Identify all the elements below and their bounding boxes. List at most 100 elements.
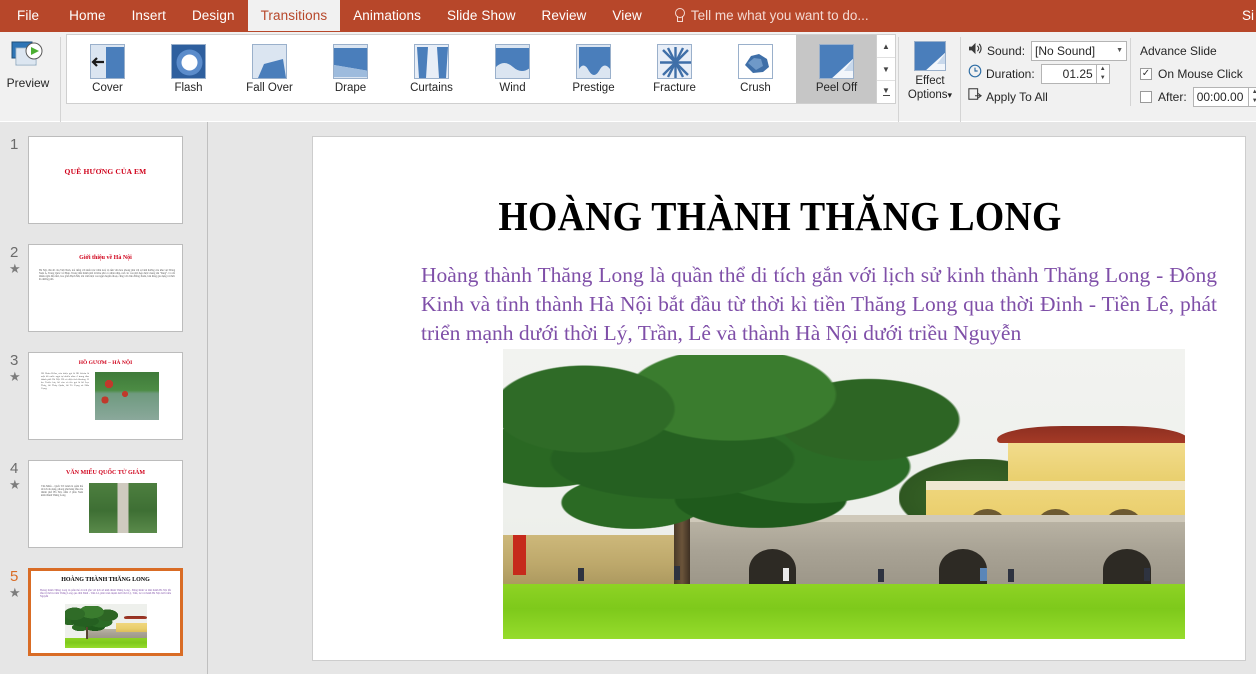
effect-options-dropdown-arrow[interactable]: ▾ bbox=[948, 90, 953, 100]
slide-title[interactable]: HOÀNG THÀNH THĂNG LONG bbox=[387, 192, 1173, 240]
duration-row: Duration: 01.25 ▲ ▼ bbox=[968, 63, 1110, 84]
preview-button[interactable]: Preview bbox=[3, 36, 53, 114]
thumbnail-number-1: 1 bbox=[10, 136, 19, 153]
gallery-scroll-down-button[interactable]: ▼ bbox=[877, 58, 895, 81]
tab-design[interactable]: Design bbox=[179, 0, 248, 31]
gallery-scroll-up-button[interactable]: ▲ bbox=[877, 35, 895, 58]
gallery-scrollbar[interactable]: ▲ ▼ ▼ bbox=[876, 34, 896, 104]
tab-transitions[interactable]: Transitions bbox=[247, 0, 341, 31]
transition-fracture[interactable]: Fracture bbox=[634, 35, 715, 103]
transition-fracture-label: Fracture bbox=[653, 82, 696, 94]
slide-image-hoang-thanh-thang-long[interactable] bbox=[503, 349, 1185, 639]
photo-pavilion-roof bbox=[997, 425, 1185, 444]
thumbnail-slide-4[interactable]: 4 ★ VĂN MIẾU QUỐC TỬ GIÁM Văn Miếu – Quố… bbox=[0, 460, 207, 548]
tab-insert[interactable]: Insert bbox=[119, 0, 179, 31]
thumbnail-frame-1[interactable]: QUÊ HƯƠNG CỦA EM bbox=[28, 136, 183, 224]
thumbnail-photo-4 bbox=[89, 483, 157, 533]
group-separator-preview bbox=[60, 37, 61, 129]
photo-left-wall bbox=[503, 534, 688, 584]
duration-stepper-up[interactable]: ▲ bbox=[1097, 65, 1109, 74]
after-checkbox[interactable] bbox=[1140, 90, 1152, 103]
thumbnail-slide-5[interactable]: 5 ★ HOÀNG THÀNH THĂNG LONG Hoàng thành T… bbox=[0, 568, 207, 656]
thumbnail-photo-5 bbox=[65, 604, 147, 648]
photo-person-6 bbox=[1007, 569, 1014, 583]
wind-icon bbox=[495, 44, 530, 79]
thumbnail-slide-1[interactable]: 1 QUÊ HƯƠNG CỦA EM bbox=[0, 136, 207, 224]
transition-star-icon-3: ★ bbox=[9, 369, 21, 384]
tab-file[interactable]: File bbox=[0, 0, 56, 31]
group-preview: Preview bbox=[0, 33, 56, 134]
after-stepper-up[interactable]: ▲ bbox=[1249, 88, 1256, 97]
tab-view[interactable]: View bbox=[599, 0, 654, 31]
thumbnail-frame-5[interactable]: HOÀNG THÀNH THĂNG LONG Hoàng thành Thăng… bbox=[28, 568, 183, 656]
slide-editing-area: HOÀNG THÀNH THĂNG LONG Hoàng thành Thăng… bbox=[208, 122, 1256, 674]
flash-icon bbox=[171, 44, 206, 79]
lightbulb-icon bbox=[673, 8, 685, 23]
after-stepper-down[interactable]: ▼ bbox=[1249, 97, 1256, 106]
sign-in-button[interactable]: Si bbox=[1242, 0, 1256, 31]
peel-off-icon bbox=[819, 44, 854, 79]
apply-to-all-icon bbox=[968, 87, 982, 106]
after-input[interactable]: 00:00.00 bbox=[1192, 86, 1249, 107]
after-row[interactable]: After: 00:00.00 ▲ ▼ bbox=[1140, 86, 1256, 107]
duration-stepper[interactable]: ▲ ▼ bbox=[1096, 63, 1110, 84]
transition-curtains-label: Curtains bbox=[410, 82, 453, 94]
thumbnail-frame-3[interactable]: HỒ GƯƠM – HÀ NỘI Hồ Hoàn Kiếm, còn được … bbox=[28, 352, 183, 440]
sound-icon bbox=[968, 42, 983, 60]
duration-label: Duration: bbox=[986, 66, 1035, 81]
thumbnail-body-2: Hà Nội, thủ đô của Việt Nam, nổi tiếng v… bbox=[39, 269, 175, 282]
thumbnail-number-2: 2 bbox=[10, 244, 19, 261]
effect-options-button[interactable]: Effect Options▾ bbox=[903, 35, 957, 131]
preview-button-label: Preview bbox=[6, 76, 50, 90]
duration-stepper-down[interactable]: ▼ bbox=[1097, 74, 1109, 83]
on-mouse-click-checkbox[interactable]: ✓ bbox=[1140, 67, 1152, 80]
tab-slide-show[interactable]: Slide Show bbox=[434, 0, 529, 31]
transition-peel-off[interactable]: Peel Off bbox=[796, 35, 877, 103]
transition-curtains[interactable]: Curtains bbox=[391, 35, 472, 103]
apply-to-all-button[interactable]: Apply To All bbox=[968, 86, 1048, 107]
photo-tree-canopy bbox=[503, 354, 967, 535]
transition-flash-label: Flash bbox=[174, 82, 203, 94]
drape-icon bbox=[333, 44, 368, 79]
transition-star-icon-5: ★ bbox=[9, 585, 21, 600]
slide-body-text[interactable]: Hoàng thành Thăng Long là quần thể di tí… bbox=[421, 261, 1217, 348]
thumbnail-slide-3[interactable]: 3 ★ HỒ GƯƠM – HÀ NỘI Hồ Hoàn Kiếm, còn đ… bbox=[0, 352, 207, 440]
gallery-more-button[interactable]: ▼ bbox=[877, 81, 895, 103]
thumbnail-title-2: Giới thiệu về Hà Nội bbox=[79, 255, 132, 261]
current-slide[interactable]: HOÀNG THÀNH THĂNG LONG Hoàng thành Thăng… bbox=[312, 136, 1246, 661]
transition-cover[interactable]: Cover bbox=[67, 35, 148, 103]
transition-wind[interactable]: Wind bbox=[472, 35, 553, 103]
transition-gallery[interactable]: Cover Flash Fall Over Drape Curtains Win… bbox=[66, 34, 888, 104]
sound-dropdown[interactable]: [No Sound] ▼ bbox=[1031, 40, 1128, 61]
thumbnail-body-3: Hồ Hoàn Kiếm, còn được gọi là Hồ Gươm là… bbox=[41, 372, 89, 390]
photo-red-banner bbox=[513, 534, 527, 576]
thumbnail-number-3: 3 bbox=[10, 352, 19, 369]
transition-prestige[interactable]: Prestige bbox=[553, 35, 634, 103]
tell-me-search[interactable]: Tell me what you want to do... bbox=[673, 0, 869, 31]
transition-flash[interactable]: Flash bbox=[148, 35, 229, 103]
tab-home[interactable]: Home bbox=[56, 0, 118, 31]
after-stepper[interactable]: ▲ ▼ bbox=[1248, 86, 1256, 107]
photo-person-2 bbox=[673, 566, 680, 580]
thumbnail-frame-4[interactable]: VĂN MIẾU QUỐC TỬ GIÁM Văn Miếu – Quốc Tử… bbox=[28, 460, 183, 548]
thumbnail-body-5: Hoàng thành Thăng Long là quần thể di tí… bbox=[40, 589, 171, 599]
transition-fall-over-label: Fall Over bbox=[246, 82, 293, 94]
tab-review[interactable]: Review bbox=[529, 0, 600, 31]
transition-prestige-label: Prestige bbox=[572, 82, 615, 94]
duration-value: 01.25 bbox=[1062, 66, 1093, 81]
thumbnail-title-1: QUÊ HƯƠNG CỦA EM bbox=[64, 167, 147, 176]
transition-drape[interactable]: Drape bbox=[310, 35, 391, 103]
tab-animations[interactable]: Animations bbox=[340, 0, 434, 31]
thumbnail-slide-2[interactable]: 2 ★ Giới thiệu về Hà Nội Hà Nội, thủ đô … bbox=[0, 244, 207, 332]
thumbnail-body-4: Văn Miếu – Quốc Tử Giám là quần thể di t… bbox=[41, 485, 83, 498]
duration-input[interactable]: 01.25 bbox=[1040, 63, 1097, 84]
photo-person-4 bbox=[878, 569, 885, 583]
on-mouse-click-row[interactable]: ✓ On Mouse Click bbox=[1140, 63, 1243, 84]
group-separator-gallery bbox=[898, 37, 899, 129]
transition-fall-over[interactable]: Fall Over bbox=[229, 35, 310, 103]
after-label: After: bbox=[1158, 89, 1187, 104]
fracture-icon bbox=[657, 44, 692, 79]
thumbnail-frame-2[interactable]: Giới thiệu về Hà Nội Hà Nội, thủ đô của … bbox=[28, 244, 183, 332]
slide-thumbnail-pane[interactable]: 1 QUÊ HƯƠNG CỦA EM 2 ★ Giới thiệu về Hà … bbox=[0, 122, 207, 674]
transition-crush[interactable]: Crush bbox=[715, 35, 796, 103]
